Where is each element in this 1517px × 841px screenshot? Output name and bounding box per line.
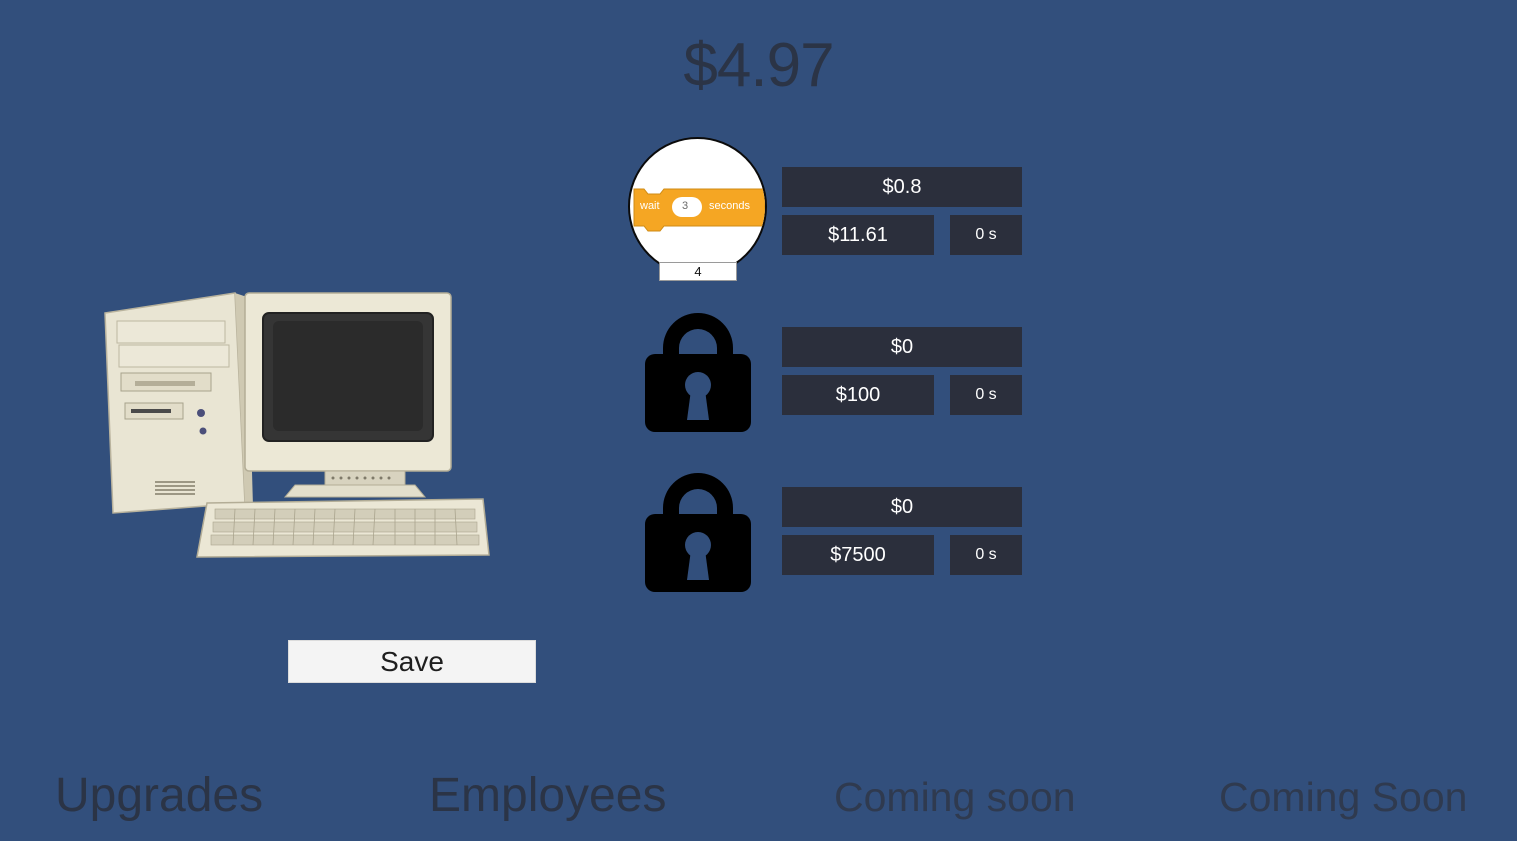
- save-button[interactable]: Save: [288, 640, 536, 683]
- money-counter: $4.97: [683, 31, 834, 100]
- item-3-timer: 0 s: [950, 535, 1022, 575]
- lock-icon: [645, 473, 751, 592]
- block-word-seconds: seconds: [709, 200, 750, 212]
- lock-icon: [645, 313, 751, 432]
- item-count: 4: [659, 262, 737, 281]
- scratch-wait-block-icon[interactable]: wait 3 seconds: [628, 137, 767, 276]
- item-2-buy-button[interactable]: $100: [782, 375, 934, 415]
- item-3-rate: $0: [782, 487, 1022, 527]
- block-word-wait: wait: [640, 200, 660, 212]
- block-number: 3: [682, 200, 689, 212]
- tab-coming-soon-1[interactable]: Coming soon: [834, 774, 1076, 821]
- tab-upgrades[interactable]: Upgrades: [55, 768, 263, 823]
- tab-employees[interactable]: Employees: [429, 768, 666, 823]
- tower-icon: [104, 292, 253, 514]
- item-1-rate: $0.8: [782, 167, 1022, 207]
- item-1-buy-button[interactable]: $11.61: [782, 215, 934, 255]
- item-3-buy-button[interactable]: $7500: [782, 535, 934, 575]
- item-2-rate: $0: [782, 327, 1022, 367]
- keyboard-icon: [196, 498, 490, 558]
- item-2-timer: 0 s: [950, 375, 1022, 415]
- computer-clicker[interactable]: [95, 285, 495, 570]
- tab-coming-soon-2[interactable]: Coming Soon: [1219, 774, 1467, 821]
- item-1-timer: 0 s: [950, 215, 1022, 255]
- game-screen: $4.97 Save wait 3 seconds 4 $0.8 $11.61 …: [0, 0, 1517, 841]
- monitor-icon: [244, 292, 452, 498]
